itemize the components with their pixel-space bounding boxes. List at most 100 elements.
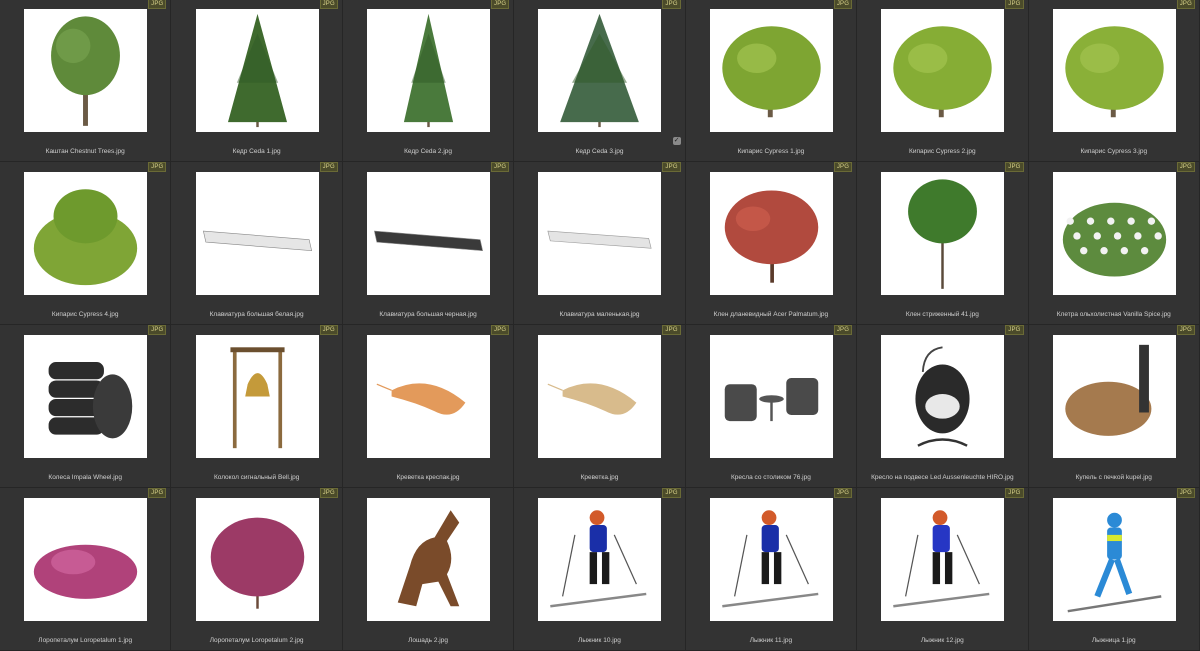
thumbnail-image[interactable] (709, 335, 833, 458)
file-type-badge: JPG (1176, 488, 1195, 498)
thumbnail-image[interactable] (709, 9, 833, 132)
thumbnail-image[interactable] (195, 9, 319, 132)
thumbnail-tile[interactable]: JPG Колеса Impala Wheel.jpg (0, 325, 172, 488)
file-name-label: Лошадь 2.jpg (408, 637, 448, 644)
thumbnail-image[interactable] (709, 498, 833, 621)
file-type-badge: JPG (491, 162, 510, 172)
file-type-badge: JPG (1005, 325, 1024, 335)
thumbnail-image[interactable] (881, 335, 1005, 458)
file-type-badge: JPG (1176, 0, 1195, 9)
thumbnail-image[interactable] (24, 498, 148, 621)
select-checkbox[interactable]: ✓ (672, 137, 681, 145)
thumbnail-image[interactable] (538, 9, 662, 132)
file-type-badge: JPG (833, 325, 853, 335)
thumbnail-tile[interactable]: JPG Каштан Chestnut Trees.jpg (0, 0, 172, 162)
thumbnail-image[interactable] (195, 335, 319, 458)
thumbnail-image[interactable] (881, 498, 1005, 621)
file-name-label: Кресло на подвесе Led Aussenleuchte HIRO… (871, 474, 1014, 481)
thumbnail-image[interactable] (538, 498, 662, 621)
file-type-badge: JPG (319, 488, 338, 498)
file-type-badge: JPG (662, 488, 681, 498)
thumbnail-image[interactable] (367, 9, 491, 132)
file-type-badge: JPG (148, 0, 167, 9)
thumbnail-tile[interactable]: JPG Лыжник 11.jpg (685, 488, 858, 651)
thumbnail-tile[interactable]: JPG Лоропеталум Loropetalum 2.jpg (171, 488, 343, 651)
file-name-label: Лоропеталум Loropetalum 1.jpg (38, 637, 133, 644)
thumbnail-image[interactable] (367, 335, 491, 458)
file-type-badge: JPG (833, 0, 853, 9)
file-name-label: Кипарис Cypress 4.jpg (51, 311, 119, 318)
file-name-label: Купель с печкой kupel.jpg (1075, 474, 1152, 481)
file-type-badge: JPG (148, 162, 167, 172)
file-type-badge: JPG (319, 0, 338, 9)
thumbnail-image[interactable] (1052, 9, 1176, 132)
thumbnail-image[interactable] (367, 172, 491, 295)
thumbnail-tile[interactable]: JPG Лыжник 10.jpg (514, 488, 686, 651)
thumbnail-tile[interactable]: JPG Клен дланевидный Acer Palmatum.jpg (685, 162, 858, 325)
thumbnail-tile[interactable]: JPG Кедр Ceda 1.jpg (171, 0, 343, 162)
thumbnail-grid: ▯ ✎ JPGКаштан Chestnut Trees.jpgJPGКедр … (0, 0, 1200, 651)
thumbnail-tile[interactable]: JPG Креветка.jpg (514, 325, 686, 488)
thumbnail-image[interactable] (881, 172, 1005, 295)
thumbnail-image[interactable] (367, 498, 491, 621)
thumbnail-tile[interactable]: JPG Клен стриженный 41.jpg (857, 162, 1029, 325)
thumbnail-image[interactable] (24, 172, 148, 295)
thumbnail-tile[interactable]: JPG Клавиатура маленькая.jpg (514, 162, 686, 325)
file-name-label: Клавиатура большая черная.jpg (379, 311, 477, 318)
thumbnail-image[interactable] (195, 498, 319, 621)
file-type-badge: JPG (148, 488, 167, 498)
thumbnail-image[interactable] (1052, 172, 1176, 295)
thumbnail-tile[interactable]: JPG Кипарис Cypress 3.jpg (1028, 0, 1200, 162)
thumbnail-image[interactable] (195, 172, 319, 295)
thumbnail-tile[interactable]: Лошадь 2.jpg (342, 488, 515, 651)
thumbnail-tile[interactable]: JPG Клавиатура большая черная.jpg (342, 162, 515, 325)
thumbnail-tile[interactable]: JPG Креветка креспак.jpg (342, 325, 515, 488)
thumbnail-tile[interactable]: JPG ✓ Кедр Ceda 3.jpg (514, 0, 686, 162)
thumbnail-image[interactable] (1052, 498, 1176, 621)
file-type-badge: JPG (662, 325, 681, 335)
thumbnail-tile[interactable]: JPG Колокол сигнальный Bell.jpg (171, 325, 343, 488)
file-type-badge: JPG (1005, 0, 1024, 9)
file-name-label: Лыжница 1.jpg (1091, 637, 1136, 644)
file-name-label: Лоропеталум Loropetalum 2.jpg (209, 637, 304, 644)
thumbnail-tile[interactable]: JPG Лыжник 12.jpg (857, 488, 1029, 651)
file-name-label: Клавиатура большая белая.jpg (209, 311, 304, 318)
thumbnail-tile[interactable]: JPG Лоропеталум Loropetalum 1.jpg (0, 488, 172, 651)
thumbnail-image[interactable] (538, 335, 662, 458)
thumbnail-tile[interactable]: JPG Кипарис Cypress 4.jpg (0, 162, 172, 325)
file-name-label: Клен дланевидный Acer Palmatum.jpg (713, 311, 829, 318)
file-name-label: Кипарис Cypress 2.jpg (909, 148, 976, 155)
thumbnail-tile[interactable]: JPG Кипарис Cypress 2.jpg (857, 0, 1029, 162)
file-name-label: Лыжник 12.jpg (920, 637, 964, 644)
file-name-label: Креветка.jpg (580, 474, 619, 481)
thumbnail-image[interactable] (24, 335, 148, 458)
thumbnail-image[interactable] (881, 9, 1005, 132)
thumbnail-tile[interactable]: JPG Кресло на подвесе Led Aussenleuchte H… (857, 325, 1029, 488)
file-name-label: Колокол сигнальный Bell.jpg (213, 474, 300, 481)
file-type-badge: JPG (1176, 325, 1195, 335)
thumbnail-tile[interactable]: JPG Кедр Ceda 2.jpg (342, 0, 515, 162)
thumbnail-tile[interactable]: JPG Клетра ольхолистная Vanilla Spice.jpg (1028, 162, 1200, 325)
thumbnail-tile[interactable]: JPG Кипарис Cypress 1.jpg (685, 0, 858, 162)
file-name-label: Кедр Ceda 1.jpg (232, 148, 281, 155)
file-name-label: Кедр Ceda 3.jpg (575, 148, 624, 155)
file-type-badge: JPG (319, 162, 338, 172)
thumbnail-image[interactable] (538, 172, 662, 295)
file-name-label: Кедр Ceda 2.jpg (404, 148, 453, 155)
file-type-badge: JPG (1176, 162, 1195, 172)
file-name-label: Клен стриженный 41.jpg (905, 311, 979, 318)
thumbnail-image[interactable] (24, 9, 148, 132)
file-type-badge: JPG (662, 0, 681, 9)
thumbnail-tile[interactable]: JPG Клавиатура большая белая.jpg (171, 162, 343, 325)
file-type-badge: JPG (1005, 162, 1024, 172)
file-name-label: Кипарис Cypress 3.jpg (1080, 148, 1148, 155)
thumbnail-image[interactable] (709, 172, 833, 295)
file-name-label: Кресла со столиком 76.jpg (731, 474, 811, 481)
thumbnail-tile[interactable]: JPG Кресла со столиком 76.jpg (685, 325, 858, 488)
file-name-label: Колеса Impala Wheel.jpg (48, 474, 122, 481)
thumbnail-image[interactable] (1052, 335, 1176, 458)
file-type-badge: JPG (1005, 488, 1024, 498)
thumbnail-tile[interactable]: JPG Купель с печкой kupel.jpg (1028, 325, 1200, 488)
thumbnail-tile[interactable]: JPG Лыжница 1.jpg (1028, 488, 1200, 651)
file-name-label: Клетра ольхолистная Vanilla Spice.jpg (1056, 311, 1171, 318)
